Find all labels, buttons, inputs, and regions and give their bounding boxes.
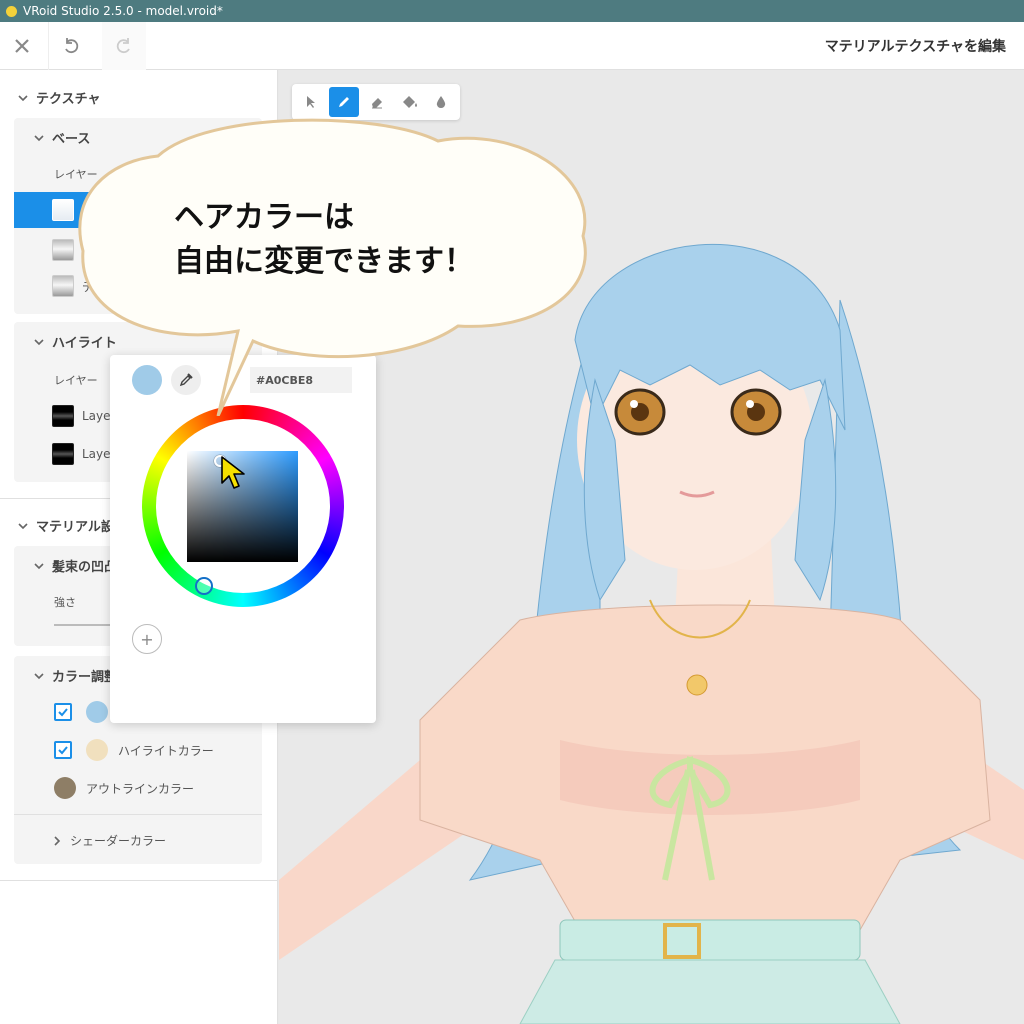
fill-icon [403,96,417,108]
drop-icon [436,96,446,108]
add-color-button[interactable]: + [132,624,162,654]
layer-thumbnail [52,405,74,427]
eraser-tool-button[interactable] [362,87,392,117]
pen-tool-button[interactable] [329,87,359,117]
top-toolbar: マテリアルテクスチャを編集 [0,22,1024,70]
undo-icon [64,38,78,54]
redo-button[interactable] [102,22,146,70]
callout-line-1: ヘアカラーは [174,200,354,235]
hair-bump-header[interactable]: 髪束の凹凸 [34,556,117,575]
draw-tool-bar [292,84,460,120]
chevron-down-icon [34,562,44,569]
chevron-down-icon [34,134,44,141]
chevron-down-icon [34,338,44,345]
color-adjust-header[interactable]: カラー調整 [34,666,117,685]
page-title: マテリアルテクスチャを編集 [824,39,1006,55]
check-icon [58,746,68,755]
outline-color-row: アウトラインカラー [14,770,262,806]
texture-section-header[interactable]: テクスチャ [18,88,100,107]
chevron-down-icon [18,94,28,101]
chevron-down-icon [34,672,44,679]
card-divider [14,814,262,815]
check-icon [58,708,68,717]
section-divider [0,880,278,881]
close-icon [15,39,29,53]
close-button[interactable] [0,22,44,70]
mouse-pointer-icon [221,456,245,489]
redo-icon [116,38,130,54]
layer-thumbnail [52,199,74,221]
window-titlebar: VRoid Studio 2.5.0 - model.vroid* [0,0,1024,22]
layer-thumbnail [52,275,74,297]
outline-color-swatch[interactable] [54,777,76,799]
undo-button[interactable] [48,22,92,70]
layer-thumbnail [52,239,74,261]
callout-text: ヘアカラーは 自由に変更できます！ [174,196,474,284]
hair-color-checkbox[interactable] [54,703,72,721]
highlight-color-swatch[interactable] [86,739,108,761]
layer-thumbnail [52,443,74,465]
highlight-color-row: ハイライトカラー [14,732,262,768]
select-tool-button[interactable] [296,87,326,117]
hair-color-swatch[interactable] [86,701,108,723]
eraser-icon [372,98,382,109]
vroid-app-icon [6,5,17,17]
callout-line-2: 自由に変更できます！ [174,244,474,279]
drop-tool-button[interactable] [426,87,456,117]
window-title: VRoid Studio 2.5.0 - model.vroid* [23,4,223,18]
strength-label: 強さ [54,596,76,609]
shader-color-row[interactable]: シェーダーカラー [52,832,166,849]
strength-slider-track[interactable] [54,624,114,626]
chevron-right-icon [54,835,61,846]
chevron-down-icon [18,522,28,529]
cursor-icon [307,96,315,108]
highlight-color-checkbox[interactable] [54,741,72,759]
fill-tool-button[interactable] [395,87,425,117]
material-section-header[interactable]: マテリアル設 [18,516,114,535]
pen-icon [339,97,349,107]
hue-handle[interactable] [195,577,213,595]
